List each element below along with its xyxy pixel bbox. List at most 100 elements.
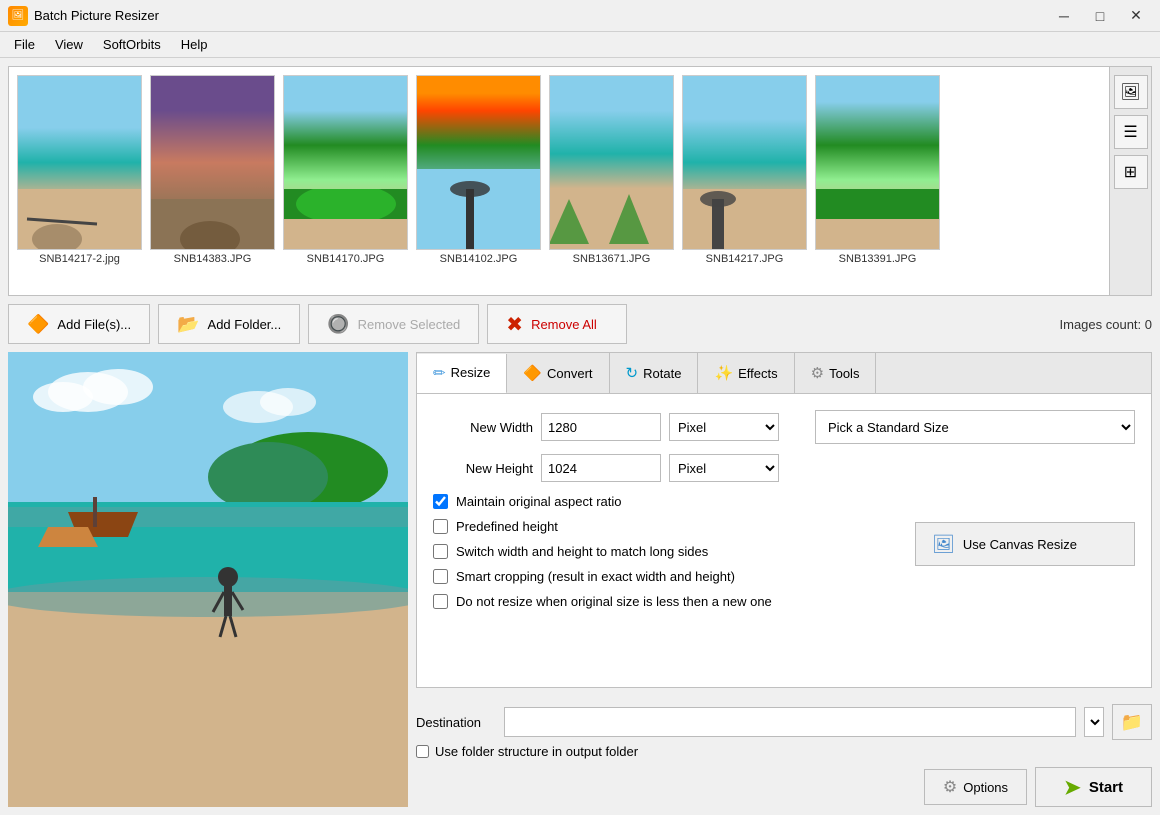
menu-file[interactable]: File bbox=[4, 34, 45, 55]
bottom-buttons: ⚙ Options ➤ Start bbox=[416, 767, 1152, 807]
convert-tab-icon: 🔶 bbox=[523, 364, 542, 382]
close-button[interactable]: ✕ bbox=[1120, 4, 1152, 28]
destination-row: Destination 📁 bbox=[416, 696, 1152, 740]
remove-all-button[interactable]: ✖ Remove All bbox=[487, 304, 627, 344]
no-resize-label[interactable]: Do not resize when original size is less… bbox=[456, 594, 772, 609]
new-height-label: New Height bbox=[433, 461, 533, 476]
tab-tools[interactable]: ⚙ Tools bbox=[795, 353, 877, 393]
menu-bar: File View SoftOrbits Help bbox=[0, 32, 1160, 58]
main-content: SNB14217-2.jpg SNB14383.JPG bbox=[0, 58, 1160, 815]
tab-convert[interactable]: 🔶 Convert bbox=[507, 353, 609, 393]
menu-help[interactable]: Help bbox=[171, 34, 218, 55]
switch-sides-label[interactable]: Switch width and height to match long si… bbox=[456, 544, 708, 559]
no-resize-checkbox[interactable] bbox=[433, 594, 448, 609]
thumb-preview bbox=[682, 75, 807, 250]
menu-softorbits[interactable]: SoftOrbits bbox=[93, 34, 171, 55]
strip-image-button[interactable]: 🖼 bbox=[1114, 75, 1148, 109]
thumb-label: SNB14217.JPG bbox=[706, 253, 784, 265]
resize-tab-icon: ✏ bbox=[433, 364, 446, 382]
start-icon: ➤ bbox=[1064, 775, 1081, 800]
options-button[interactable]: ⚙ Options bbox=[924, 769, 1027, 805]
remove-selected-label: Remove Selected bbox=[358, 317, 461, 332]
tabs-row: ✏ Resize 🔶 Convert ↻ Rotate ✨ Effects ⚙ bbox=[416, 352, 1152, 393]
new-height-input[interactable] bbox=[541, 454, 661, 482]
image-thumb[interactable]: SNB13671.JPG bbox=[549, 75, 674, 287]
app-title: Batch Picture Resizer bbox=[34, 8, 1048, 23]
destination-label: Destination bbox=[416, 715, 496, 730]
standard-size-select[interactable]: Pick a Standard Size 800×600 1024×768 19… bbox=[815, 410, 1135, 444]
remove-selected-icon: 🔘 bbox=[327, 314, 349, 335]
browse-folder-button[interactable]: 📁 bbox=[1112, 704, 1152, 740]
use-folder-label[interactable]: Use folder structure in output folder bbox=[435, 744, 638, 759]
thumb-label: SNB14170.JPG bbox=[307, 253, 385, 265]
image-thumb[interactable]: SNB14217.JPG bbox=[682, 75, 807, 287]
new-width-label: New Width bbox=[433, 420, 533, 435]
remove-all-icon: ✖ bbox=[506, 312, 523, 337]
maintain-aspect-label[interactable]: Maintain original aspect ratio bbox=[456, 494, 621, 509]
thumb-preview bbox=[17, 75, 142, 250]
use-folder-row: Use folder structure in output folder bbox=[416, 744, 1152, 759]
switch-sides-checkbox[interactable] bbox=[433, 544, 448, 559]
strip-list-button[interactable]: ☰ bbox=[1114, 115, 1148, 149]
app-icon: 🖼 bbox=[8, 6, 28, 26]
options-gear-icon: ⚙ bbox=[943, 777, 957, 797]
add-files-button[interactable]: 🔶 Add File(s)... bbox=[8, 304, 150, 344]
rotate-tab-icon: ↻ bbox=[626, 364, 639, 382]
predefined-height-checkbox[interactable] bbox=[433, 519, 448, 534]
tab-convert-label: Convert bbox=[547, 366, 593, 381]
use-folder-checkbox[interactable] bbox=[416, 745, 429, 758]
image-thumb[interactable]: SNB14217-2.jpg bbox=[17, 75, 142, 287]
remove-all-label: Remove All bbox=[531, 317, 597, 332]
smart-crop-checkbox[interactable] bbox=[433, 569, 448, 584]
start-label: Start bbox=[1089, 779, 1123, 796]
add-folder-icon: 📂 bbox=[177, 314, 199, 335]
destination-dropdown[interactable] bbox=[1084, 707, 1104, 737]
tab-tools-label: Tools bbox=[829, 366, 859, 381]
remove-selected-button[interactable]: 🔘 Remove Selected bbox=[308, 304, 479, 344]
strip-grid-button[interactable]: ⊞ bbox=[1114, 155, 1148, 189]
destination-input[interactable] bbox=[504, 707, 1076, 737]
predefined-height-row: Predefined height bbox=[433, 519, 899, 534]
image-thumb[interactable]: SNB14102.JPG bbox=[416, 75, 541, 287]
options-label: Options bbox=[963, 780, 1008, 795]
maintain-aspect-checkbox[interactable] bbox=[433, 494, 448, 509]
tab-rotate[interactable]: ↻ Rotate bbox=[610, 353, 699, 393]
maintain-aspect-row: Maintain original aspect ratio bbox=[433, 494, 899, 509]
bottom-controls: Destination 📁 Use folder structure in ou… bbox=[416, 696, 1152, 807]
start-button[interactable]: ➤ Start bbox=[1035, 767, 1152, 807]
add-folder-button[interactable]: 📂 Add Folder... bbox=[158, 304, 300, 344]
height-row: New Height Pixel Percent bbox=[433, 454, 1135, 482]
no-resize-row: Do not resize when original size is less… bbox=[433, 594, 899, 609]
predefined-height-label[interactable]: Predefined height bbox=[456, 519, 558, 534]
title-bar: 🖼 Batch Picture Resizer ─ □ ✕ bbox=[0, 0, 1160, 32]
tab-resize-label: Resize bbox=[451, 365, 491, 380]
minimize-button[interactable]: ─ bbox=[1048, 4, 1080, 28]
smart-crop-label[interactable]: Smart cropping (result in exact width an… bbox=[456, 569, 735, 584]
width-unit-select[interactable]: Pixel Percent bbox=[669, 413, 779, 441]
thumb-preview bbox=[283, 75, 408, 250]
thumb-label: SNB14383.JPG bbox=[174, 253, 252, 265]
canvas-resize-button[interactable]: 🖼 Use Canvas Resize bbox=[915, 522, 1135, 566]
tab-rotate-label: Rotate bbox=[643, 366, 681, 381]
tab-content-resize: New Width Pixel Percent Pick a Standard … bbox=[416, 393, 1152, 688]
strip-sidebar: 🖼 ☰ ⊞ bbox=[1109, 67, 1151, 295]
canvas-resize-icon: 🖼 bbox=[932, 534, 955, 555]
toolbar-row: 🔶 Add File(s)... 📂 Add Folder... 🔘 Remov… bbox=[8, 304, 1152, 344]
tab-resize[interactable]: ✏ Resize bbox=[417, 354, 507, 394]
thumb-preview bbox=[815, 75, 940, 250]
smart-crop-row: Smart cropping (result in exact width an… bbox=[433, 569, 899, 584]
image-thumb[interactable]: SNB14383.JPG bbox=[150, 75, 275, 287]
effects-tab-icon: ✨ bbox=[714, 364, 733, 382]
tab-effects[interactable]: ✨ Effects bbox=[698, 353, 794, 393]
thumb-label: SNB14102.JPG bbox=[440, 253, 518, 265]
new-width-input[interactable] bbox=[541, 413, 661, 441]
image-thumb[interactable]: SNB13391.JPG bbox=[815, 75, 940, 287]
bottom-area: ✏ Resize 🔶 Convert ↻ Rotate ✨ Effects ⚙ bbox=[8, 352, 1152, 807]
menu-view[interactable]: View bbox=[45, 34, 93, 55]
image-thumb[interactable]: SNB14170.JPG bbox=[283, 75, 408, 287]
thumb-label: SNB14217-2.jpg bbox=[39, 253, 120, 265]
maximize-button[interactable]: □ bbox=[1084, 4, 1116, 28]
thumb-label: SNB13671.JPG bbox=[573, 253, 651, 265]
height-unit-select[interactable]: Pixel Percent bbox=[669, 454, 779, 482]
add-files-icon: 🔶 bbox=[27, 314, 49, 335]
